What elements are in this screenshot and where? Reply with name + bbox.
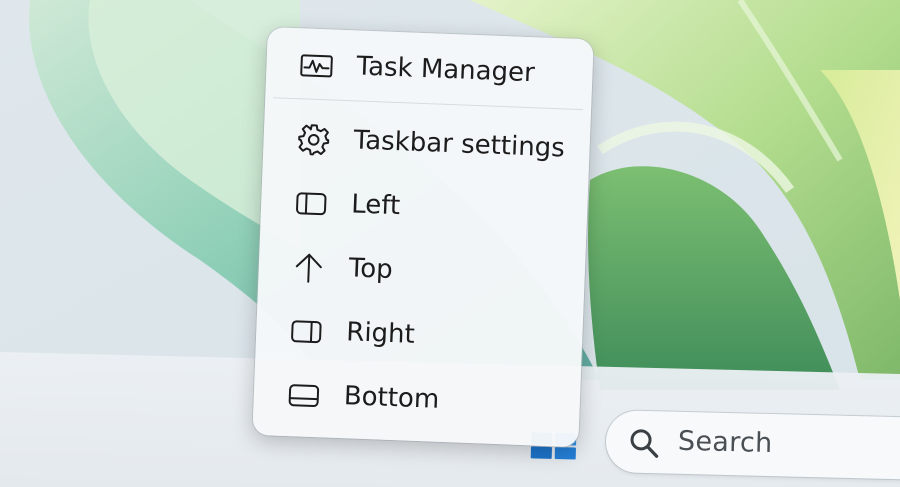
taskbar-context-menu: Task Manager Taskbar settings Left Top R… (252, 27, 594, 448)
arrow-up-icon (295, 253, 322, 283)
desktop: Search Task Manager Taskbar settings Lef… (0, 0, 900, 487)
menu-label-task-manager: Task Manager (355, 51, 536, 89)
search-icon (630, 429, 659, 458)
menu-item-right[interactable]: Right (263, 303, 575, 369)
menu-item-bottom[interactable]: Bottom (261, 367, 573, 433)
menu-label-left: Left (350, 189, 401, 222)
windows-logo-icon (530, 446, 553, 459)
menu-label-top: Top (348, 253, 394, 285)
bottom-align-icon (288, 384, 320, 408)
right-align-icon (291, 320, 322, 344)
left-align-icon (296, 192, 327, 216)
menu-label-taskbar-settings: Taskbar settings (353, 125, 566, 164)
search-label: Search (677, 425, 773, 460)
menu-label-right: Right (345, 317, 416, 350)
menu-label-bottom: Bottom (343, 381, 440, 415)
gear-icon (298, 124, 330, 156)
menu-item-task-manager[interactable]: Task Manager (274, 37, 586, 103)
taskbar-search-box[interactable]: Search (605, 410, 900, 481)
menu-item-taskbar-settings[interactable]: Taskbar settings (271, 111, 583, 177)
menu-item-top[interactable]: Top (266, 239, 578, 305)
windows-logo-icon (554, 447, 576, 460)
task-manager-icon (300, 54, 333, 78)
menu-item-left[interactable]: Left (268, 175, 580, 241)
